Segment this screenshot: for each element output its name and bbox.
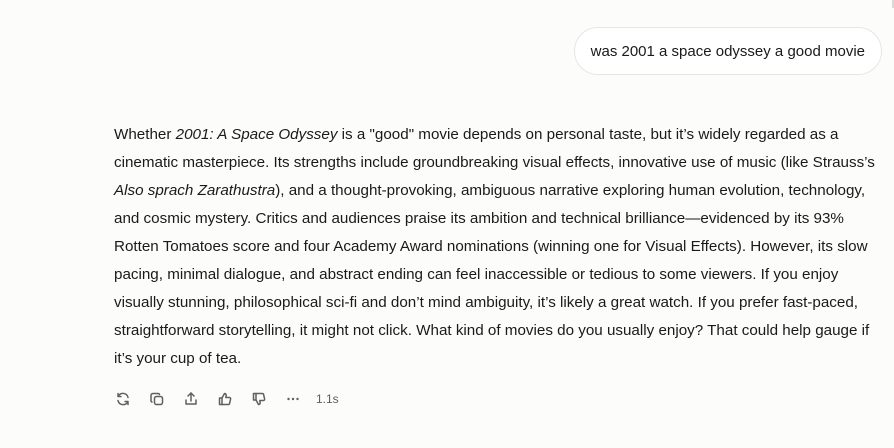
thumbs-up-button[interactable] xyxy=(214,388,236,410)
copy-icon xyxy=(150,392,164,406)
reply-italic-title: 2001: A Space Odyssey xyxy=(175,126,338,143)
regenerate-icon xyxy=(117,392,129,406)
reply-segment: ), and a thought-provoking, ambiguous na… xyxy=(114,182,870,367)
more-icon xyxy=(287,397,299,401)
regenerate-button[interactable] xyxy=(112,388,134,410)
chat-page: was 2001 a space odyssey a good movie Wh… xyxy=(0,0,894,448)
share-button[interactable] xyxy=(180,388,202,410)
more-button[interactable] xyxy=(282,388,304,410)
thumbs-up-icon xyxy=(218,392,232,406)
user-message-bubble: was 2001 a space odyssey a good movie xyxy=(573,27,882,75)
message-actions: 1.1s xyxy=(112,388,339,410)
response-duration: 1.1s xyxy=(316,392,339,406)
reply-italic-music: Also sprach Zarathustra xyxy=(114,182,276,199)
copy-button[interactable] xyxy=(146,388,168,410)
user-message-text: was 2001 a space odyssey a good movie xyxy=(590,42,865,60)
thumbs-down-button[interactable] xyxy=(248,388,270,410)
thumbs-down-icon xyxy=(252,392,266,406)
reply-segment: Whether xyxy=(114,126,176,143)
assistant-reply: Whether 2001: A Space Odyssey is a "good… xyxy=(114,121,886,373)
share-icon xyxy=(185,392,197,405)
